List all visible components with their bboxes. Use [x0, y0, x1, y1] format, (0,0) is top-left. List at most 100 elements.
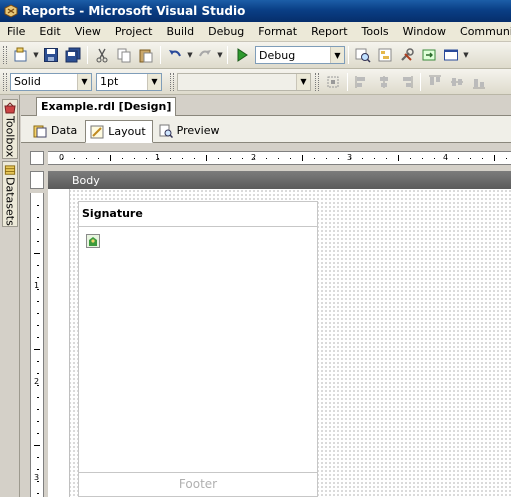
- signature-header[interactable]: Signature: [79, 202, 317, 227]
- menu-window[interactable]: Window: [396, 22, 453, 42]
- menu-report[interactable]: Report: [304, 22, 354, 42]
- save-button[interactable]: [40, 45, 62, 65]
- undo-button[interactable]: [164, 45, 186, 65]
- align-lefts-button[interactable]: [351, 72, 373, 92]
- ruler-tick: [470, 158, 471, 159]
- paste-button[interactable]: [135, 45, 157, 65]
- ruler-tick: [98, 158, 99, 159]
- document-tab-strip: Example.rdl [Design]: [21, 95, 511, 116]
- ruler-tick: [398, 155, 399, 161]
- tab-layout[interactable]: Layout: [85, 120, 153, 143]
- ruler-tick: [158, 158, 159, 159]
- menu-community[interactable]: Community: [453, 22, 511, 42]
- size-to-grid-button[interactable]: [322, 72, 344, 92]
- ruler-tick: [37, 277, 39, 278]
- find-in-files-button[interactable]: [352, 45, 374, 65]
- align-middles-button[interactable]: [446, 72, 468, 92]
- toolbar-separator: [348, 46, 349, 64]
- menu-file[interactable]: File: [0, 22, 32, 42]
- menu-view[interactable]: View: [68, 22, 108, 42]
- font-select[interactable]: ▼: [177, 72, 311, 91]
- ruler-tick: [62, 158, 63, 159]
- chevron-down-icon[interactable]: ▼: [462, 45, 470, 65]
- chevron-down-icon[interactable]: ▼: [186, 45, 194, 65]
- copy-button[interactable]: [113, 45, 135, 65]
- solution-explorer-button[interactable]: [374, 45, 396, 65]
- command-window-button[interactable]: [440, 45, 462, 65]
- ruler-corner: [30, 151, 44, 165]
- datasets-icon: [4, 165, 16, 175]
- object-browser-button[interactable]: [418, 45, 440, 65]
- image-placeholder-icon[interactable]: [86, 234, 100, 248]
- menu-format[interactable]: Format: [251, 22, 304, 42]
- tab-data[interactable]: Data: [29, 119, 83, 142]
- align-tops-button[interactable]: [424, 72, 446, 92]
- menu-debug[interactable]: Debug: [201, 22, 251, 42]
- horizontal-ruler: 0 1 2 3 4: [48, 151, 511, 165]
- redo-icon: [199, 50, 211, 57]
- toolbar-grip[interactable]: [315, 72, 319, 91]
- ruler-tick: [37, 301, 39, 302]
- menu-bar: File Edit View Project Build Debug Forma…: [0, 22, 511, 42]
- chevron-down-icon[interactable]: ▼: [77, 73, 91, 90]
- toolbox-icon: [4, 102, 16, 114]
- ruler-tick: [34, 445, 40, 446]
- tab-data-label: Data: [51, 124, 78, 137]
- chevron-down-icon[interactable]: ▼: [330, 47, 344, 63]
- docked-tool-windows-strip: Toolbox Datasets: [0, 95, 20, 497]
- align-centers-button[interactable]: [373, 72, 395, 92]
- cut-icon: [96, 48, 108, 63]
- chevron-down-icon[interactable]: ▼: [296, 73, 310, 90]
- chevron-down-icon[interactable]: ▼: [32, 45, 40, 65]
- ruler-tick: [194, 158, 195, 159]
- menu-tools[interactable]: Tools: [355, 22, 396, 42]
- start-debugging-button[interactable]: [231, 45, 253, 65]
- new-project-icon: [14, 47, 27, 62]
- signature-footer[interactable]: Footer: [79, 472, 317, 496]
- ruler-tick: [34, 253, 40, 254]
- ruler-tick: [182, 158, 183, 159]
- properties-button[interactable]: [396, 45, 418, 65]
- align-middle-icon: [451, 77, 463, 86]
- ruler-tick: [37, 481, 39, 482]
- ruler-tick: [266, 158, 267, 159]
- ruler-tick: [37, 457, 39, 458]
- signature-rectangle[interactable]: Signature Footer: [78, 201, 318, 497]
- report-body-canvas[interactable]: Signature Footer: [48, 189, 511, 497]
- ruler-tick: [37, 361, 39, 362]
- redo-button[interactable]: [194, 45, 216, 65]
- cut-button[interactable]: [91, 45, 113, 65]
- save-all-icon: [65, 47, 81, 63]
- ruler-tick: [170, 158, 171, 159]
- datasets-tab[interactable]: Datasets: [2, 161, 18, 227]
- toolbar-grip[interactable]: [3, 72, 7, 91]
- menu-project[interactable]: Project: [108, 22, 160, 42]
- border-width-select[interactable]: 1pt ▼: [96, 72, 162, 91]
- ruler-tick: [422, 158, 423, 159]
- align-bottoms-button[interactable]: [468, 72, 490, 92]
- ruler-tick: [37, 421, 39, 422]
- new-project-button[interactable]: [10, 45, 32, 65]
- ruler-tick: [242, 158, 243, 159]
- document-tab-example-rdl[interactable]: Example.rdl [Design]: [36, 97, 177, 116]
- menu-edit[interactable]: Edit: [32, 22, 67, 42]
- body-section-corner: [30, 171, 44, 189]
- configuration-value: Debug: [259, 48, 296, 62]
- toolbox-tab[interactable]: Toolbox: [2, 99, 18, 159]
- find-icon: [355, 48, 371, 63]
- toolbar-grip[interactable]: [170, 72, 174, 91]
- menu-build[interactable]: Build: [159, 22, 201, 42]
- align-rights-button[interactable]: [395, 72, 417, 92]
- solution-configuration-select[interactable]: Debug ▼: [255, 46, 345, 64]
- chevron-down-icon[interactable]: ▼: [216, 45, 224, 65]
- toolbar-grip[interactable]: [3, 46, 7, 64]
- tab-preview[interactable]: Preview: [155, 119, 226, 142]
- data-icon: [33, 125, 47, 137]
- chevron-down-icon[interactable]: ▼: [147, 73, 161, 90]
- ruler-tick: [37, 217, 39, 218]
- body-section-bar[interactable]: Body: [48, 171, 511, 189]
- border-style-select[interactable]: Solid ▼: [10, 72, 92, 91]
- toolbox-label: Toolbox: [3, 116, 17, 158]
- title-bar[interactable]: Reports - Microsoft Visual Studio: [0, 0, 511, 22]
- save-all-button[interactable]: [62, 45, 84, 65]
